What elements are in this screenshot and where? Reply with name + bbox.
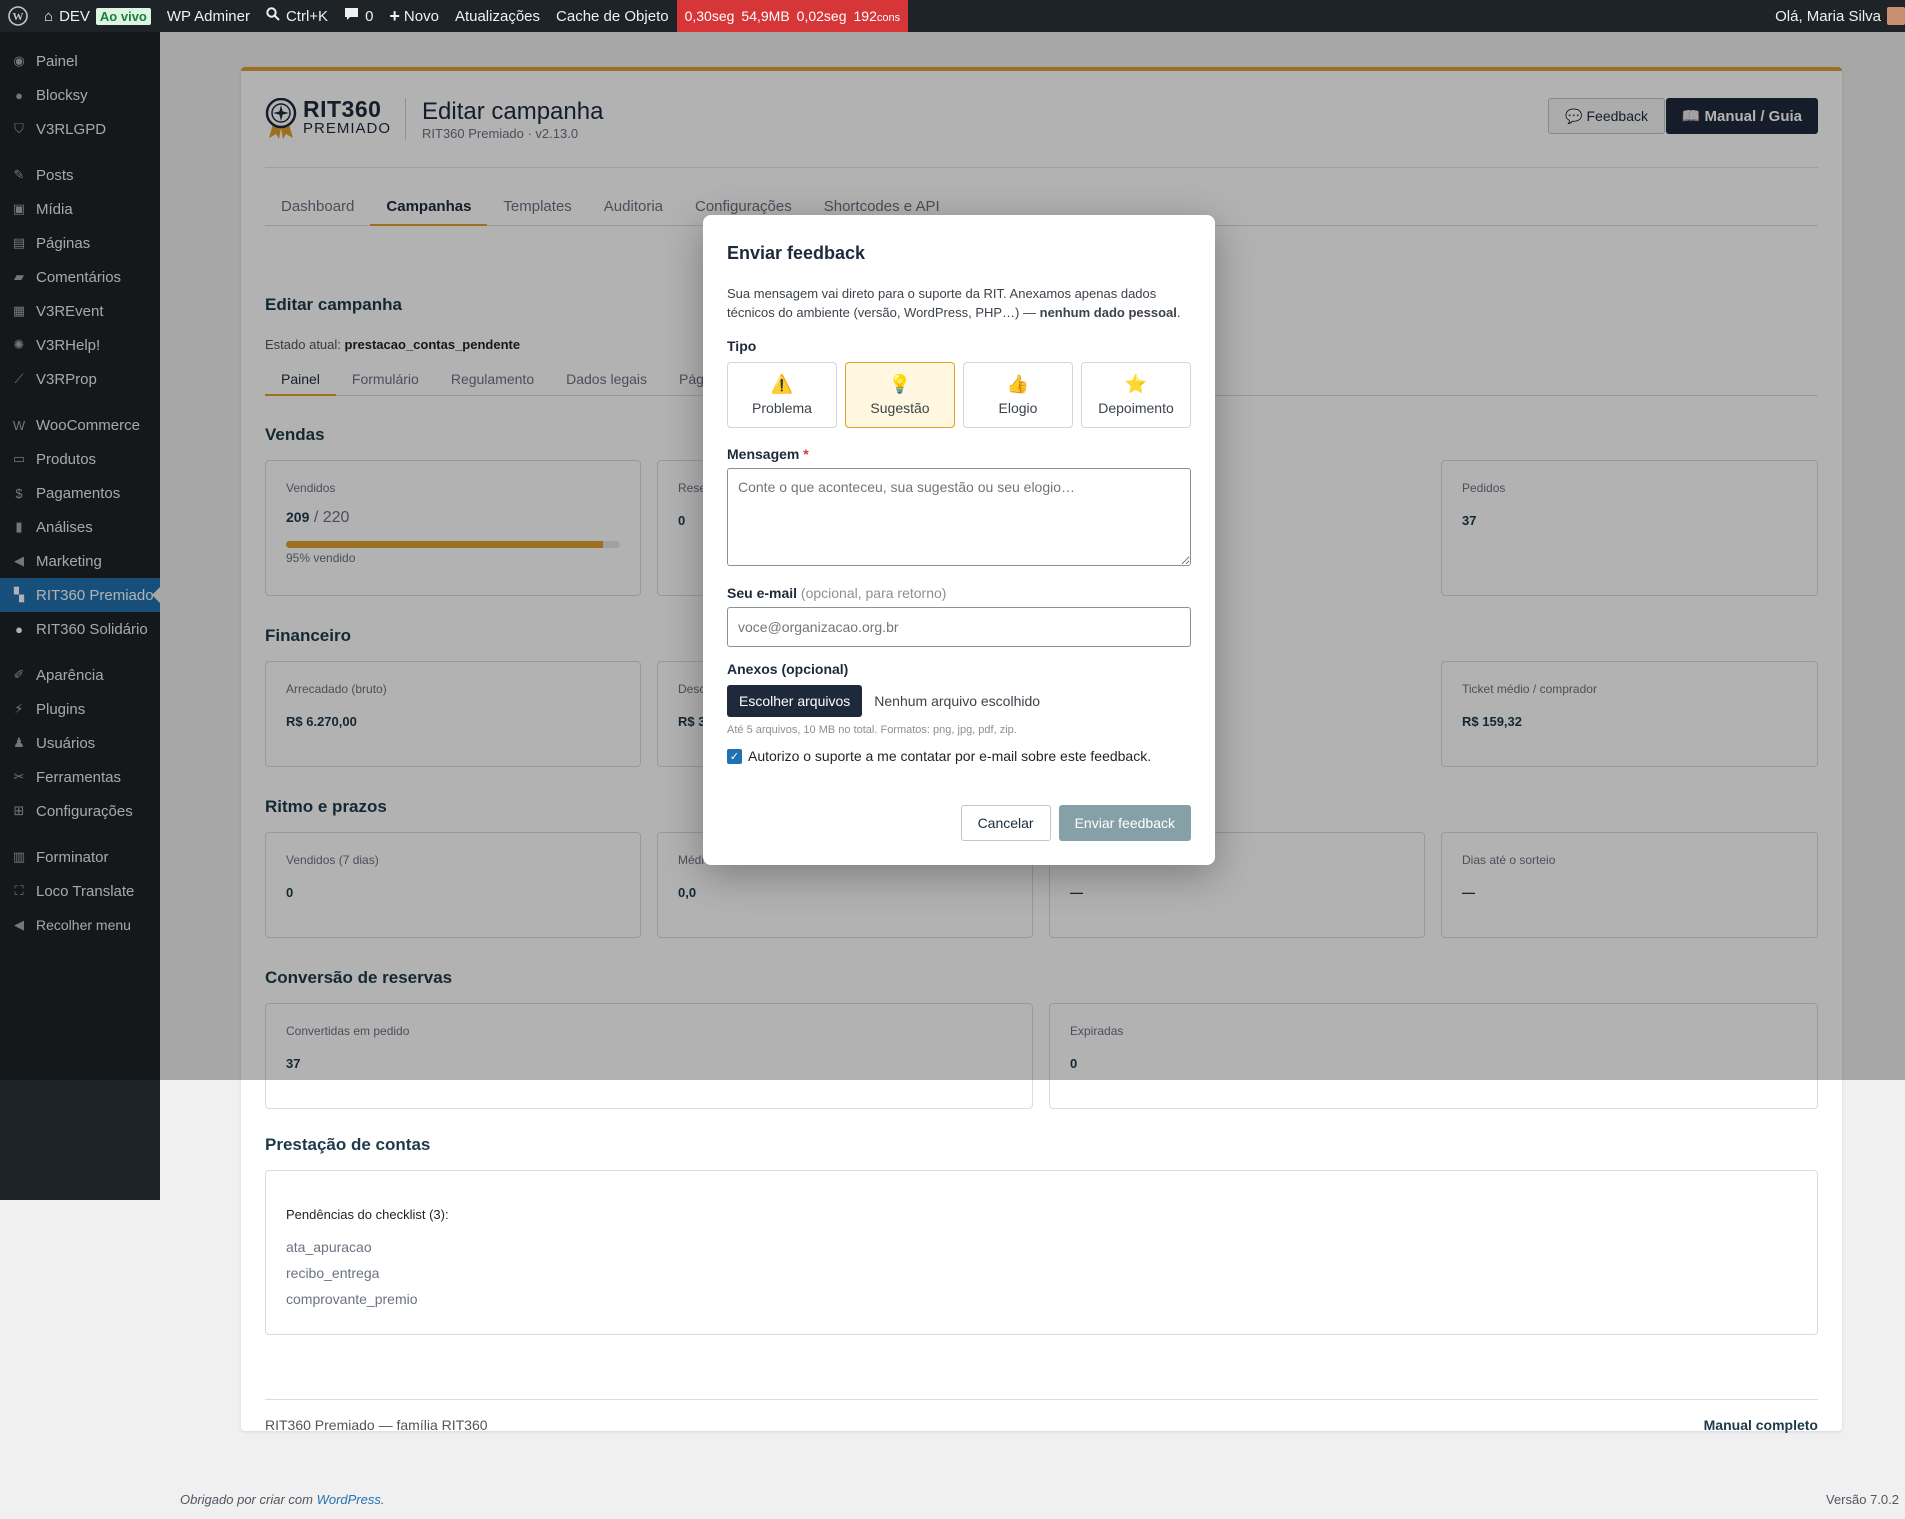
mensagem-label: Mensagem *	[727, 446, 809, 462]
account-menu[interactable]: Olá, Maria Silva	[1775, 7, 1905, 25]
warning-icon: ⚠️	[770, 374, 794, 394]
live-badge: Ao vivo	[95, 7, 151, 25]
avatar	[1887, 7, 1905, 25]
checklist-card: Pendências do checklist (3): ata_apuraca…	[265, 1170, 1818, 1335]
wp-footer-thanks: Obrigado por criar com WordPress.	[180, 1492, 385, 1507]
email-label: Seu e-mail (opcional, para retorno)	[727, 585, 947, 601]
updates-link[interactable]: Atualizações	[447, 0, 548, 32]
modal-intro: Sua mensagem vai direto para o suporte d…	[727, 286, 1181, 320]
file-input: Escolher arquivos Nenhum arquivo escolhi…	[727, 685, 1191, 717]
type-depoimento-button[interactable]: ⭐ Depoimento	[1081, 362, 1191, 428]
manual-completo-link[interactable]: Manual completo	[1704, 1417, 1818, 1433]
tipo-label: Tipo	[727, 338, 757, 354]
list-item: ata_apuracao	[286, 1239, 372, 1255]
query-monitor-stats[interactable]: 0,30seg 54,9MB 0,02seg 192cons	[676, 0, 909, 32]
required-marker: *	[803, 446, 809, 462]
perf-time: 0,30seg	[684, 8, 735, 24]
modal-actions: Cancelar Enviar feedback	[960, 805, 1191, 841]
wordpress-link[interactable]: WordPress	[317, 1492, 381, 1507]
wp-version: Versão 7.0.2	[1826, 1492, 1899, 1507]
comments-count: 0	[365, 7, 374, 25]
modal-title: Enviar feedback	[727, 243, 866, 263]
wp-adminer-link[interactable]: WP Adminer	[159, 0, 258, 32]
comment-icon	[344, 7, 359, 25]
thumbs-up-icon: 👍	[1006, 374, 1030, 394]
cancel-button[interactable]: Cancelar	[960, 805, 1051, 841]
type-sugestao-button[interactable]: 💡 Sugestão	[845, 362, 955, 428]
perf-memory: 54,9MB	[741, 8, 790, 24]
footer-family: RIT360 Premiado — família RIT360	[265, 1417, 488, 1433]
command-search[interactable]: Ctrl+K	[258, 0, 336, 32]
send-feedback-button[interactable]: Enviar feedback	[1058, 805, 1191, 841]
consent-label: Autorizo o suporte a me contatar por e-m…	[748, 748, 1152, 764]
new-content-menu[interactable]: + Novo	[381, 0, 447, 32]
choose-files-button[interactable]: Escolher arquivos	[727, 685, 863, 717]
type-elogio-button[interactable]: 👍 Elogio	[963, 362, 1073, 428]
pendencias-label: Pendências do checklist (3):	[286, 1207, 449, 1222]
consent-row: ✓ Autorizo o suporte a me contatar por e…	[727, 748, 1191, 764]
search-icon	[266, 7, 280, 25]
list-item: recibo_entrega	[286, 1265, 380, 1281]
anexos-label: Anexos (opcional)	[727, 661, 849, 677]
perf-queries: 192cons	[853, 8, 901, 24]
consent-checkbox[interactable]: ✓	[727, 748, 742, 764]
object-cache-link[interactable]: Cache de Objeto	[548, 0, 677, 32]
feedback-modal: Enviar feedback Sua mensagem vai direto …	[703, 215, 1215, 865]
footer-divider	[265, 1399, 1818, 1400]
star-icon: ⭐	[1124, 374, 1148, 394]
feedback-type-group: ⚠️ Problema 💡 Sugestão 👍 Elogio ⭐ Depoim…	[727, 362, 1191, 428]
greeting: Olá, Maria Silva	[1775, 7, 1881, 25]
message-textarea[interactable]	[727, 468, 1191, 566]
comments-link[interactable]: 0	[336, 0, 381, 32]
file-hint: Até 5 arquivos, 10 MB no total. Formatos…	[727, 724, 1017, 736]
svg-text:W: W	[13, 11, 24, 23]
section-prestacao: Prestação de contas	[265, 1135, 431, 1154]
email-field[interactable]	[727, 607, 1191, 647]
home-icon: ⌂	[44, 7, 54, 25]
list-item: comprovante_premio	[286, 1291, 418, 1307]
site-name: DEV	[59, 7, 90, 25]
site-menu[interactable]: ⌂ DEV Ao vivo	[36, 0, 159, 32]
lightbulb-icon: 💡	[888, 374, 912, 394]
wordpress-logo-icon[interactable]: W	[0, 0, 36, 32]
plus-icon: +	[389, 5, 400, 26]
search-shortcut: Ctrl+K	[285, 7, 329, 25]
perf-query-time: 0,02seg	[796, 8, 847, 24]
admin-bar: W ⌂ DEV Ao vivo WP Adminer Ctrl+K 0 + No…	[0, 0, 1905, 32]
type-problema-button[interactable]: ⚠️ Problema	[727, 362, 837, 428]
file-status: Nenhum arquivo escolhido	[874, 693, 1041, 709]
new-label: Novo	[403, 7, 439, 25]
